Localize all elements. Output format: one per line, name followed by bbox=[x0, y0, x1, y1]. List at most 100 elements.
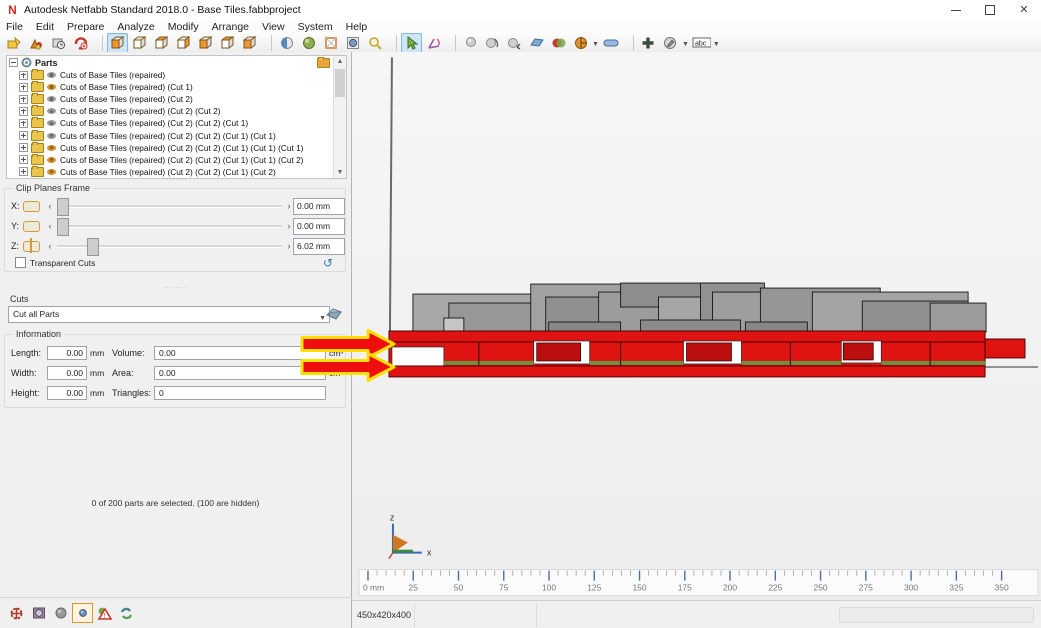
y-value-field[interactable]: 0.00 mm bbox=[293, 217, 345, 235]
eye-visibility-icon[interactable] bbox=[47, 132, 56, 139]
menu-arrange[interactable]: Arrange bbox=[212, 21, 249, 33]
tree-item[interactable]: Cuts of Base Tiles (repaired) (Cut 1)✕ bbox=[7, 81, 346, 93]
menu-edit[interactable]: Edit bbox=[36, 21, 54, 33]
y-plane-icon[interactable] bbox=[23, 220, 40, 232]
x-slider-thumb[interactable] bbox=[57, 198, 69, 216]
x-slider-right-button[interactable]: › bbox=[285, 201, 293, 211]
collision-warning-icon[interactable]: ! bbox=[94, 603, 115, 623]
open-folder-icon[interactable] bbox=[317, 56, 330, 68]
menu-prepare[interactable]: Prepare bbox=[67, 21, 104, 33]
y-slider-right-button[interactable]: › bbox=[285, 221, 293, 231]
parts-tree-root[interactable]: Parts bbox=[7, 56, 346, 69]
tree-item[interactable]: Cuts of Base Tiles (repaired)✕ bbox=[7, 69, 346, 81]
annotate-circle-icon[interactable] bbox=[660, 33, 681, 53]
x-value-field[interactable]: 0.00 mm bbox=[293, 197, 345, 215]
support-sphere-icon[interactable] bbox=[460, 33, 481, 53]
expand-icon[interactable] bbox=[19, 82, 28, 92]
eye-visibility-icon[interactable] bbox=[47, 108, 56, 115]
view-left-icon[interactable] bbox=[173, 33, 194, 53]
reset-circle-icon[interactable]: ↺ bbox=[323, 257, 333, 269]
expand-icon[interactable] bbox=[19, 155, 28, 165]
width-field[interactable]: 0.00 bbox=[47, 365, 87, 380]
eye-visibility-icon[interactable] bbox=[47, 156, 56, 163]
view-front-icon[interactable] bbox=[129, 33, 150, 53]
scroll-down-icon[interactable]: ▼ bbox=[334, 167, 346, 178]
abc-label-icon[interactable]: abc bbox=[691, 33, 712, 53]
area-field[interactable]: 0.00 bbox=[154, 365, 326, 380]
render-box-icon[interactable] bbox=[342, 33, 363, 53]
menu-file[interactable]: File bbox=[6, 21, 23, 33]
panel-splitter-2[interactable]: ········ bbox=[0, 285, 351, 291]
view-iso-icon[interactable] bbox=[107, 32, 128, 53]
eye-visibility-icon[interactable] bbox=[47, 144, 56, 151]
part-history-icon[interactable] bbox=[48, 33, 69, 53]
package-sphere-icon[interactable] bbox=[28, 603, 49, 623]
capsule-icon[interactable] bbox=[601, 33, 622, 53]
menu-view[interactable]: View bbox=[262, 21, 285, 33]
view-right-icon[interactable] bbox=[195, 33, 216, 53]
triangles-field[interactable]: 0 bbox=[154, 385, 326, 400]
length-field[interactable]: 0.00 bbox=[47, 345, 87, 360]
tree-item[interactable]: Cuts of Base Tiles (repaired) (Cut 2)✕ bbox=[7, 93, 346, 105]
close-button[interactable]: ✕ bbox=[1007, 0, 1041, 20]
select-arrow-icon[interactable] bbox=[401, 32, 422, 53]
tree-item[interactable]: Cuts of Base Tiles (repaired) (Cut 2) (C… bbox=[7, 105, 346, 117]
tree-item[interactable]: Cuts of Base Tiles (repaired) (Cut 2) (C… bbox=[7, 153, 346, 166]
sphere-move-icon[interactable] bbox=[504, 33, 525, 53]
scroll-up-icon[interactable]: ▲ bbox=[334, 56, 346, 67]
scrollbar-thumb[interactable] bbox=[335, 69, 345, 97]
add-part-icon[interactable] bbox=[26, 33, 47, 53]
sphere-box-icon[interactable] bbox=[72, 603, 93, 623]
chevron-down-icon[interactable]: ▼ bbox=[682, 41, 689, 48]
wireframe-box-icon[interactable] bbox=[320, 33, 341, 53]
y-slider-left-button[interactable]: ‹ bbox=[46, 221, 54, 231]
volume-field[interactable]: 0.00 bbox=[154, 345, 326, 360]
gear-target-icon[interactable] bbox=[6, 603, 27, 623]
open-project-icon[interactable] bbox=[4, 33, 25, 53]
tree-item[interactable]: Cuts of Base Tiles (repaired) (Cut 2) (C… bbox=[7, 129, 346, 142]
minimize-button[interactable] bbox=[939, 0, 973, 20]
rotate-gizmo-icon[interactable] bbox=[423, 33, 444, 53]
menu-system[interactable]: System bbox=[298, 21, 333, 33]
viewport-3d[interactable]: z x 0 mm 25 50 75 100 125 150 175 200 225 250 275 300 3… bbox=[352, 52, 1041, 600]
expand-icon[interactable] bbox=[19, 94, 28, 104]
x-slider[interactable] bbox=[57, 198, 282, 216]
textured-sphere-icon[interactable] bbox=[298, 33, 319, 53]
expand-icon[interactable] bbox=[19, 167, 28, 177]
z-slider-right-button[interactable]: › bbox=[285, 241, 293, 251]
eye-visibility-icon[interactable] bbox=[47, 96, 56, 103]
tree-item[interactable]: Cuts of Base Tiles (repaired) (Cut 2) (C… bbox=[7, 117, 346, 129]
x-plane-icon[interactable] bbox=[23, 200, 40, 212]
view-back-icon[interactable] bbox=[151, 33, 172, 53]
menu-analyze[interactable]: Analyze bbox=[117, 21, 154, 33]
tree-item[interactable]: Cuts of Base Tiles (repaired) (Cut 2) (C… bbox=[7, 141, 346, 154]
expand-icon[interactable] bbox=[19, 143, 28, 153]
maximize-button[interactable] bbox=[973, 0, 1007, 20]
sync-icon[interactable] bbox=[116, 603, 137, 623]
cut-tool-icon[interactable] bbox=[325, 306, 343, 322]
cuts-dropdown[interactable]: Cut all Parts ▼ bbox=[8, 306, 330, 323]
z-value-field[interactable]: 6.02 mm bbox=[293, 237, 345, 255]
add-plus-icon[interactable] bbox=[638, 33, 659, 53]
chevron-down-icon[interactable]: ▼ bbox=[592, 41, 599, 48]
z-slider[interactable] bbox=[57, 238, 282, 256]
height-field[interactable]: 0.00 bbox=[47, 385, 87, 400]
expand-icon[interactable] bbox=[19, 131, 28, 141]
platform-icon[interactable] bbox=[526, 33, 547, 53]
menu-help[interactable]: Help bbox=[346, 21, 368, 33]
transparent-cuts-checkbox[interactable] bbox=[15, 257, 26, 268]
y-slider-thumb[interactable] bbox=[57, 218, 69, 236]
view-top-icon[interactable] bbox=[217, 33, 238, 53]
eye-visibility-icon[interactable] bbox=[47, 120, 56, 127]
z-plane-icon[interactable] bbox=[23, 237, 40, 253]
collision-icon[interactable] bbox=[548, 33, 569, 53]
view-bottom-icon[interactable] bbox=[239, 33, 260, 53]
zoom-icon[interactable] bbox=[364, 33, 385, 53]
eye-visibility-icon[interactable] bbox=[47, 168, 56, 175]
expand-icon[interactable] bbox=[19, 118, 28, 128]
menu-modify[interactable]: Modify bbox=[168, 21, 199, 33]
eye-visibility-icon[interactable] bbox=[47, 72, 56, 79]
z-slider-left-button[interactable]: ‹ bbox=[46, 241, 54, 251]
slice-sphere-icon[interactable] bbox=[570, 33, 591, 53]
sphere-dark-icon[interactable] bbox=[50, 603, 71, 623]
